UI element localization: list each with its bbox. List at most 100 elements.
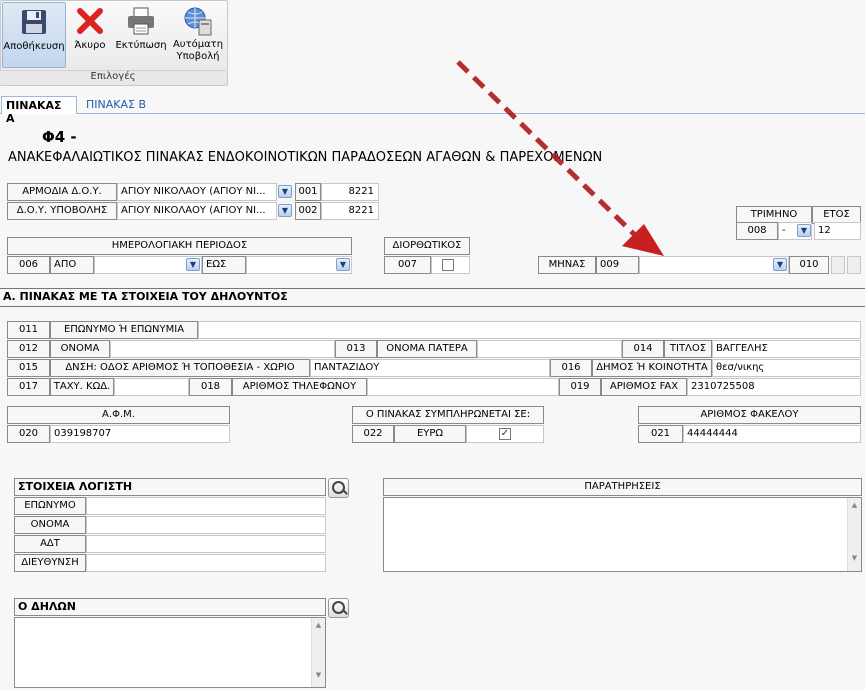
accountant-title: ΣΤΟΙΧΕΙΑ ΛΟΓΙΣΤΗ [14,478,326,496]
code-015: 015 [7,359,50,377]
cancel-button[interactable]: Άκυρο [68,2,112,68]
code-017: 017 [7,378,50,396]
section-a-title: Α. ΠΙΝΑΚΑΣ ΜΕ ΤΑ ΣΤΟΙΧΕΙΑ ΤΟΥ ΔΗΛΟΥΝΤΟΣ [3,290,288,303]
declarant-textarea[interactable] [14,617,326,688]
save-button[interactable]: Αποθήκευση [2,2,66,68]
ypovolis-doy-select[interactable]: ΑΓΙΟΥ ΝΙΚΟΛΑΟΥ (ΑΓΙΟΥ ΝΙ... [117,202,277,220]
code-008: 008 [736,222,778,240]
accountant-name-input[interactable] [86,516,326,534]
code-001: 001 [295,183,321,201]
month-extra-cell-1 [831,256,845,274]
globe-submit-icon [182,5,214,37]
afm-input[interactable]: 039198707 [50,425,230,443]
chevron-down-icon[interactable]: ▼ [186,258,200,271]
chevron-down-icon[interactable]: ▼ [336,258,350,271]
chevron-down-icon[interactable]: ▼ [773,258,787,271]
name-input[interactable] [110,340,335,358]
year-input[interactable]: 12 [814,222,861,240]
accountant-id-label: ΑΔΤ [14,535,86,553]
remarks-scrollbar[interactable]: ▲ ▼ [847,498,861,571]
father-name-label: ΟΝΟΜΑ ΠΑΤΕΡΑ [377,340,477,358]
accountant-address-input[interactable] [86,554,326,572]
form-title: ΑΝΑΚΕΦΑΛΑΙΩΤΙΚΟΣ ΠΙΝΑΚΑΣ ΕΝΔΟΚΟΙΝΟΤΙΚΩΝ … [8,150,603,165]
tab-pinakas-a[interactable]: ΠΙΝΑΚΑΣ Α [1,96,77,125]
period-to-label: ΕΩΣ [202,256,246,274]
afm-title: Α.Φ.Μ. [7,406,230,424]
postal-code-input[interactable] [114,378,189,396]
code-022: 022 [352,425,394,443]
armodia-doy-select[interactable]: ΑΓΙΟΥ ΝΙΚΟΛΑΟΥ (ΑΓΙΟΥ ΝΙ... [117,183,277,201]
code-009: 009 [596,256,639,274]
code-016: 016 [550,359,592,377]
cancel-icon [74,5,106,37]
section-divider [0,288,865,289]
auto-submit-button[interactable]: Αυτόματη Υποβολή [170,2,226,68]
name-label: ΟΝΟΜΑ [50,340,110,358]
scroll-down-icon[interactable]: ▼ [848,554,861,562]
printer-icon [125,5,157,37]
period-title: ΗΜΕΡΟΛΟΓΙΑΚΗ ΠΕΡΙΟΔΟΣ [7,237,352,255]
fax-input[interactable]: 2310725508 [687,378,861,396]
search-icon[interactable] [328,478,349,498]
phone-label: ΑΡΙΘΜΟΣ ΤΗΛΕΦΩΝΟΥ [232,378,367,396]
address-label: ΔΝΣΗ: ΟΔΟΣ ΑΡΙΘΜΟΣ Ή ΤΟΠΟΘΕΣΙΑ - ΧΩΡΙΟ [50,359,310,377]
currency-title: Ο ΠΙΝΑΚΑΣ ΣΥΜΠΛΗΡΩΝΕΤΑΙ ΣΕ: [352,406,544,424]
code-019: 019 [559,378,601,396]
remarks-title: ΠΑΡΑΤΗΡΗΣΕΙΣ [383,478,862,496]
ypovolis-doy-number[interactable]: 8221 [321,202,379,220]
month-extra-cell-2 [847,256,861,274]
month-select[interactable] [639,256,789,274]
code-014: 014 [622,340,664,358]
declarant-title: Ο ΔΗΛΩΝ [14,598,326,616]
euro-label: ΕΥΡΩ [394,425,466,443]
save-button-label: Αποθήκευση [3,41,65,52]
folder-input[interactable]: 44444444 [683,425,861,443]
postal-code-label: ΤΑΧΥ. ΚΩΔ. [50,378,114,396]
fax-label: ΑΡΙΘΜΟΣ FAX [601,378,687,396]
father-name-input[interactable] [477,340,622,358]
phone-input[interactable] [367,378,559,396]
corrective-title: ΔΙΟΡΘΩΤΙΚΟΣ [384,237,470,255]
code-020: 020 [7,425,50,443]
form-code: Φ4 - [42,128,77,146]
chevron-down-icon[interactable]: ▼ [278,204,292,217]
accountant-surname-label: ΕΠΩΝΥΜΟ [14,497,86,515]
armodia-doy-number[interactable]: 8221 [321,183,379,201]
tab-pinakas-b[interactable]: ΠΙΝΑΚΑΣ Β [82,96,150,114]
accountant-address-label: ΔΙΕΥΘΥΝΣΗ [14,554,86,572]
title-input[interactable]: ΒΑΓΓΕΛΗΣ [712,340,861,358]
scroll-up-icon[interactable]: ▲ [312,621,325,629]
surname-input[interactable] [198,321,861,339]
chevron-down-icon[interactable]: ▼ [278,185,292,198]
euro-checkbox[interactable]: ✓ [499,428,511,440]
search-icon[interactable] [328,598,349,618]
code-006: 006 [7,256,50,274]
month-label: ΜΗΝΑΣ [538,256,596,274]
auto-submit-button-label: Αυτόματη Υποβολή [172,39,224,62]
save-icon [18,6,50,38]
chevron-down-icon[interactable]: ▼ [797,224,811,237]
section-divider [0,306,865,307]
period-from-label: ΑΠΟ [50,256,94,274]
municipality-input[interactable]: θεσ/νικης [712,359,861,377]
cancel-button-label: Άκυρο [74,40,106,51]
folder-title: ΑΡΙΘΜΟΣ ΦΑΚΕΛΟΥ [638,406,861,424]
code-021: 021 [638,425,683,443]
code-018: 018 [189,378,232,396]
declarant-scrollbar[interactable]: ▲ ▼ [311,618,325,687]
accountant-name-label: ΟΝΟΜΑ [14,516,86,534]
print-button[interactable]: Εκτύπωση [114,2,168,68]
remarks-textarea[interactable] [383,497,862,572]
scroll-up-icon[interactable]: ▲ [848,501,861,509]
scroll-down-icon[interactable]: ▼ [312,671,325,679]
accountant-id-input[interactable] [86,535,326,553]
print-button-label: Εκτύπωση [115,40,167,51]
surname-label: ΕΠΩΝΥΜΟ Ή ΕΠΩΝΥΜΙΑ [50,321,198,339]
ribbon-group-label: Επιλογές [0,70,226,85]
address-input[interactable]: ΠΑΝΤΑΖΙΔΟΥ [310,359,550,377]
code-013: 013 [335,340,377,358]
code-010: 010 [789,256,829,274]
title-label: ΤΙΤΛΟΣ [664,340,712,358]
accountant-surname-input[interactable] [86,497,326,515]
corrective-checkbox[interactable] [442,259,454,271]
